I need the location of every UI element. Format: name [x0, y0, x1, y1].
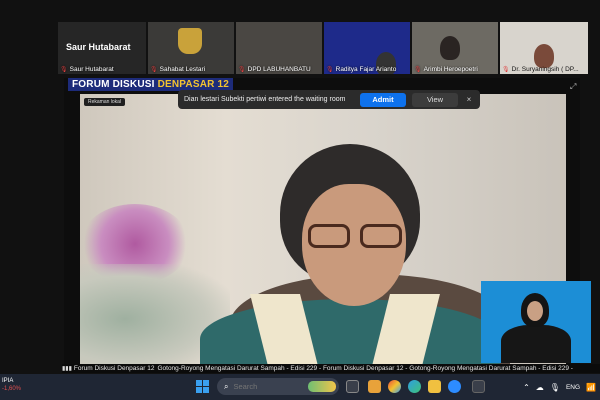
recording-label: Rekaman lokal — [84, 98, 126, 106]
zoom-app-icon[interactable] — [448, 380, 461, 393]
mic-muted-icon: 🎙 — [150, 67, 158, 73]
garuda-emblem-icon — [178, 28, 202, 54]
ticker-prefix: Forum Diskusi Denpasar 12 — [73, 365, 155, 372]
signal-bars-icon: ▮▮▮ — [62, 366, 72, 372]
participant-tile[interactable]: 🎙 DPD LABUHANBATU — [236, 22, 322, 74]
file-explorer-icon[interactable] — [368, 380, 381, 393]
search-input[interactable] — [233, 382, 304, 391]
waiting-room-notification: Dian lestari Subekti pertiwi entered the… — [178, 90, 480, 109]
language-indicator[interactable]: ENG — [566, 384, 580, 391]
participant-tile[interactable]: Saur Hutabarat 🎙 Saur Hutabarat — [58, 22, 146, 74]
zoom-meeting-screen: Saur Hutabarat 🎙 Saur Hutabarat 🎙 Sahabat … — [0, 0, 600, 400]
mic-muted-icon: 🎙 — [60, 67, 68, 73]
microphone-icon[interactable]: 🎙 — [550, 383, 560, 392]
mic-muted-icon: 🎙 — [238, 67, 246, 73]
speaker-glasses — [308, 224, 404, 250]
search-highlight-icon — [308, 381, 336, 392]
widget-label: IPIA — [2, 378, 14, 384]
participant-video-figure — [440, 36, 460, 60]
participant-name-label: 🎙 Saur Hutabarat — [60, 66, 114, 73]
admit-button[interactable]: Admit — [360, 92, 406, 107]
participant-name-label: 🎙 Dr. Suryaningsih ( DP... — [502, 66, 579, 73]
news-ticker: ▮▮▮ Forum Diskusi Denpasar 12 Gotong-Roy… — [62, 364, 600, 373]
edge-icon[interactable] — [408, 380, 421, 393]
interpreter-face — [527, 301, 543, 321]
participant-tile[interactable]: 🎙 Dr. Suryaningsih ( DP... — [500, 22, 588, 74]
weather-widget[interactable]: IPIA -1,60% — [2, 377, 21, 393]
participant-tile[interactable]: 🎙 Raditya Fajar Arianto — [324, 22, 410, 74]
mic-muted-icon: 🎙 — [326, 67, 334, 73]
participant-name-label: 🎙 Sahabat Lestari — [150, 66, 206, 73]
participant-tile[interactable]: 🎙 Arimbi Heroepoetri — [412, 22, 498, 74]
widget-change: -1,60% — [2, 386, 22, 392]
windows-start-icon[interactable] — [196, 380, 209, 393]
chrome-icon[interactable] — [388, 380, 401, 393]
mic-muted-icon: 🎙 — [502, 67, 510, 73]
view-button[interactable]: View — [412, 92, 458, 107]
interpreter-body — [501, 325, 571, 363]
participant-strip: Saur Hutabarat 🎙 Saur Hutabarat 🎙 Sahabat … — [58, 22, 600, 74]
cloud-icon[interactable]: ☁ — [536, 383, 544, 392]
wifi-icon[interactable]: 📶 — [586, 383, 596, 392]
folder-icon[interactable] — [428, 380, 441, 393]
app-icon[interactable] — [472, 380, 485, 393]
sign-language-interpreter-video[interactable] — [481, 281, 591, 363]
participant-name-label: 🎙 Raditya Fajar Arianto — [326, 66, 397, 73]
taskbar-search[interactable]: ⌕ — [217, 378, 339, 395]
mic-muted-icon: 🎙 — [414, 67, 422, 73]
participant-name-label: 🎙 DPD LABUHANBATU — [238, 66, 311, 73]
participant-name-label: 🎙 Arimbi Heroepoetri — [414, 66, 478, 73]
chevron-up-icon[interactable]: ⌃ — [523, 383, 530, 392]
windows-taskbar: IPIA -1,60% ⌕ ⌃ ☁ 🎙 ENG 📶 — [0, 374, 600, 400]
search-icon: ⌕ — [224, 381, 229, 391]
participant-display-name: Saur Hutabarat — [66, 42, 131, 52]
system-tray: ⌃ ☁ 🎙 ENG 📶 — [523, 374, 596, 400]
expand-icon[interactable]: ⤢ — [570, 82, 576, 92]
participant-tile[interactable]: 🎙 Sahabat Lestari — [148, 22, 234, 74]
waiting-room-message: Dian lestari Subekti pertiwi entered the… — [184, 96, 346, 103]
ticker-text: Gotong-Royong Mengatasi Darurat Sampah -… — [157, 365, 573, 372]
close-icon[interactable]: × — [464, 95, 474, 104]
task-view-icon[interactable] — [346, 380, 359, 393]
participant-video-figure — [534, 44, 554, 68]
